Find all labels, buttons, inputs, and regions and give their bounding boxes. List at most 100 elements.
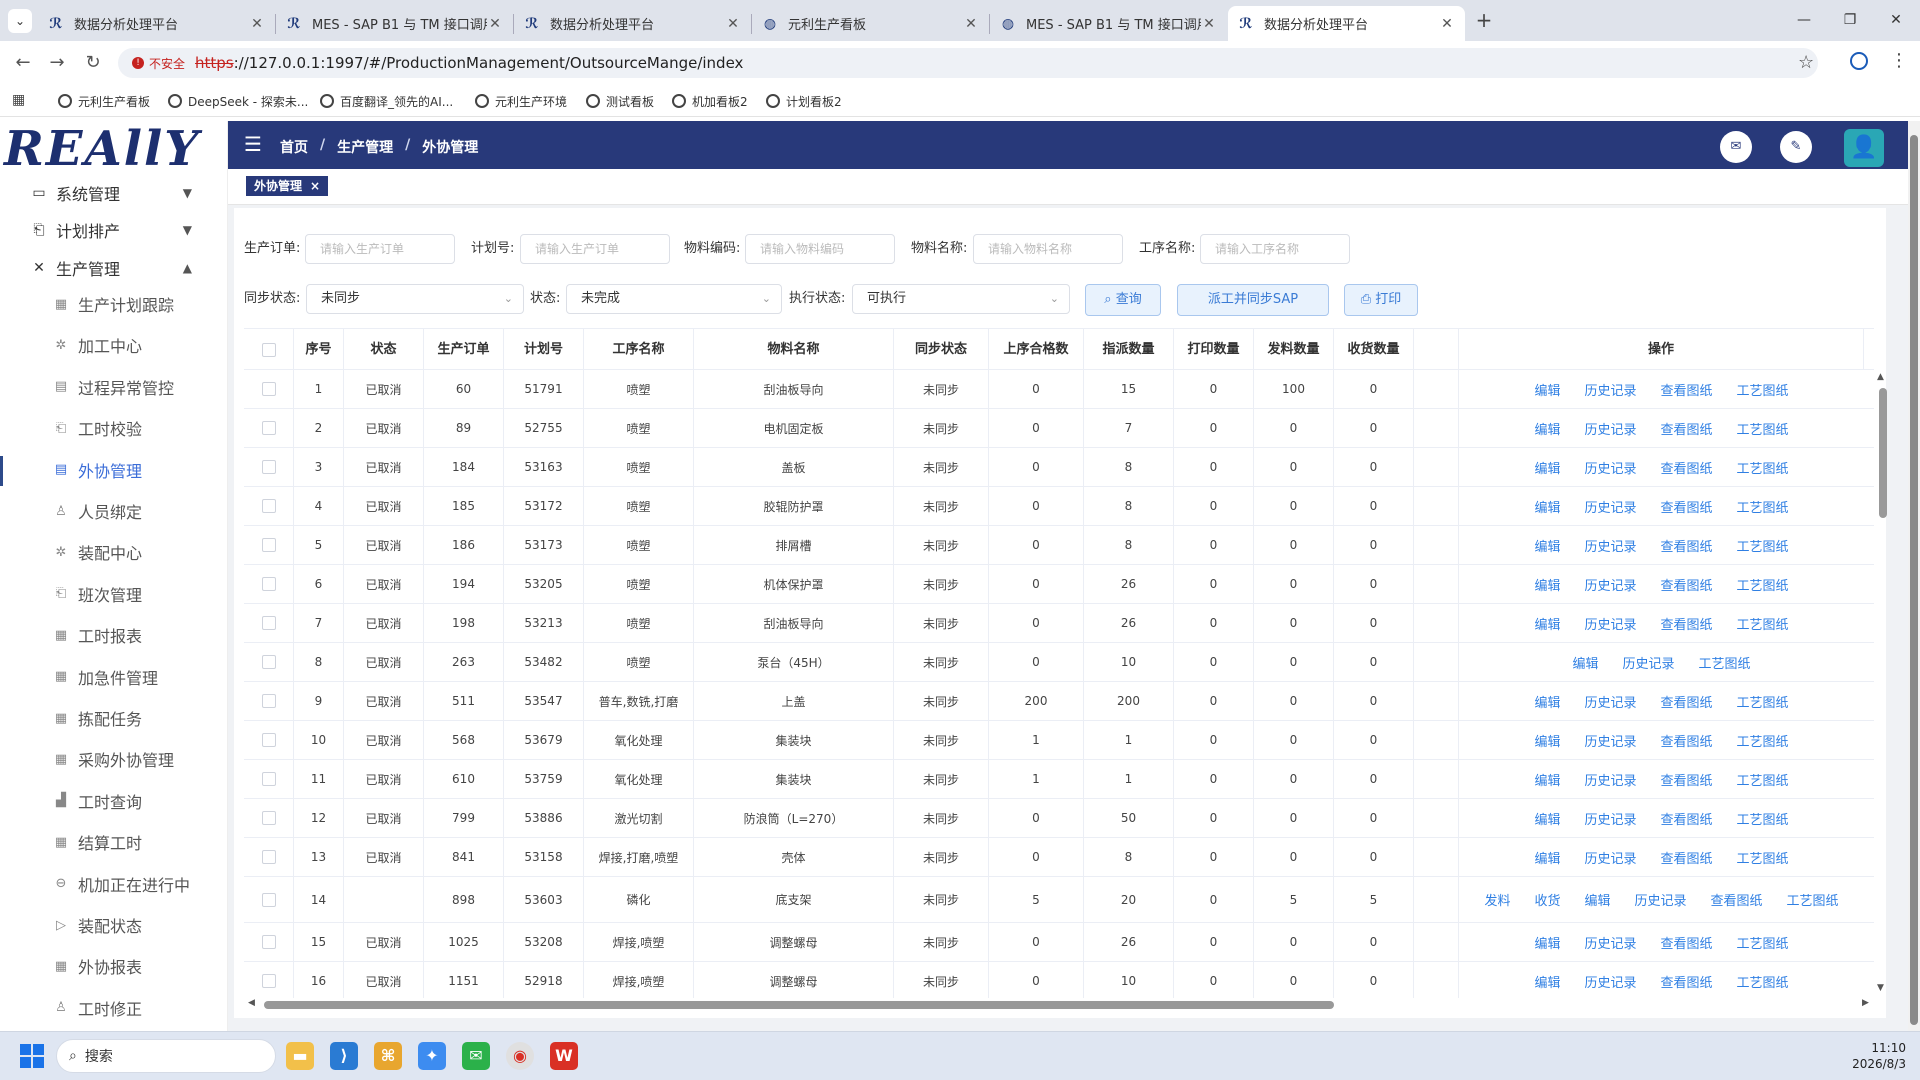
action-link[interactable]: 编辑 <box>1584 890 1610 909</box>
action-link[interactable]: 查看图纸 <box>1661 731 1713 750</box>
checkbox[interactable] <box>261 772 276 786</box>
action-link[interactable]: 历史记录 <box>1584 380 1636 399</box>
checkbox[interactable] <box>261 850 276 864</box>
action-link[interactable]: 编辑 <box>1534 731 1560 750</box>
action-link[interactable]: 编辑 <box>1534 419 1560 438</box>
action-link[interactable]: 工艺图纸 <box>1737 933 1789 952</box>
action-link[interactable]: 工艺图纸 <box>1737 692 1789 711</box>
action-link[interactable]: 查看图纸 <box>1661 458 1713 477</box>
action-link[interactable]: 工艺图纸 <box>1699 653 1751 672</box>
action-link[interactable]: 工艺图纸 <box>1737 536 1789 555</box>
row-select[interactable] <box>244 487 294 525</box>
action-link[interactable]: 查看图纸 <box>1661 536 1713 555</box>
action-link[interactable]: 编辑 <box>1534 848 1560 867</box>
action-link[interactable]: 查看图纸 <box>1661 933 1713 952</box>
action-link[interactable]: 查看图纸 <box>1661 419 1713 438</box>
row-select[interactable] <box>244 962 294 998</box>
action-link[interactable]: 查看图纸 <box>1661 972 1713 991</box>
chrome-icon[interactable]: ◉ <box>506 1042 534 1070</box>
action-link[interactable]: 查看图纸 <box>1661 692 1713 711</box>
action-link[interactable]: 历史记录 <box>1584 770 1636 789</box>
action-link[interactable]: 工艺图纸 <box>1737 972 1789 991</box>
action-link[interactable]: 查看图纸 <box>1661 848 1713 867</box>
checkbox[interactable] <box>261 811 276 825</box>
action-link[interactable]: 工艺图纸 <box>1737 419 1789 438</box>
action-link[interactable]: 查看图纸 <box>1661 575 1713 594</box>
action-link[interactable]: 历史记录 <box>1584 419 1636 438</box>
action-link[interactable]: 工艺图纸 <box>1737 770 1789 789</box>
action-link[interactable]: 查看图纸 <box>1661 380 1713 399</box>
action-link[interactable]: 历史记录 <box>1584 933 1636 952</box>
action-link[interactable]: 工艺图纸 <box>1737 614 1789 633</box>
row-select[interactable] <box>244 526 294 564</box>
action-link[interactable]: 历史记录 <box>1584 536 1636 555</box>
checkbox[interactable] <box>261 577 276 591</box>
app-icon-2[interactable]: ✦ <box>418 1042 446 1070</box>
action-link[interactable]: 编辑 <box>1572 653 1598 672</box>
action-link[interactable]: 历史记录 <box>1584 731 1636 750</box>
row-select[interactable] <box>244 448 294 486</box>
checkbox[interactable] <box>261 421 276 435</box>
checkbox[interactable] <box>261 892 276 907</box>
action-link[interactable]: 编辑 <box>1534 770 1560 789</box>
action-link[interactable]: 工艺图纸 <box>1787 890 1839 909</box>
action-link[interactable]: 收货 <box>1534 890 1560 909</box>
action-link[interactable]: 工艺图纸 <box>1737 575 1789 594</box>
action-link[interactable]: 历史记录 <box>1584 809 1636 828</box>
checkbox[interactable] <box>261 655 276 669</box>
checkbox[interactable] <box>261 499 276 513</box>
file-explorer-icon[interactable]: ▬ <box>286 1042 314 1070</box>
action-link[interactable]: 查看图纸 <box>1661 614 1713 633</box>
action-link[interactable]: 工艺图纸 <box>1737 809 1789 828</box>
row-select[interactable] <box>244 760 294 798</box>
scroll-up-icon[interactable]: ▲ <box>1877 372 1884 382</box>
checkbox[interactable] <box>261 382 276 396</box>
checkbox[interactable] <box>261 460 276 474</box>
system-clock[interactable]: 11:10 2026/8/3 <box>1836 1040 1906 1072</box>
action-link[interactable]: 编辑 <box>1534 575 1560 594</box>
horizontal-scroll-thumb[interactable] <box>264 1001 1334 1009</box>
action-link[interactable]: 历史记录 <box>1584 972 1636 991</box>
action-link[interactable]: 编辑 <box>1534 614 1560 633</box>
taskbar-search[interactable]: ⌕ 搜索 <box>56 1039 276 1073</box>
table-vertical-scroll-thumb[interactable] <box>1879 388 1887 518</box>
action-link[interactable]: 编辑 <box>1534 692 1560 711</box>
action-link[interactable]: 查看图纸 <box>1661 770 1713 789</box>
action-link[interactable]: 历史记录 <box>1622 653 1674 672</box>
action-link[interactable]: 工艺图纸 <box>1737 458 1789 477</box>
action-link[interactable]: 编辑 <box>1534 933 1560 952</box>
action-link[interactable]: 历史记录 <box>1635 890 1687 909</box>
page-vertical-scroll-thumb[interactable] <box>1910 135 1918 1025</box>
action-link[interactable]: 查看图纸 <box>1661 809 1713 828</box>
row-select[interactable] <box>244 409 294 447</box>
action-link[interactable]: 编辑 <box>1534 972 1560 991</box>
action-link[interactable]: 历史记录 <box>1584 692 1636 711</box>
action-link[interactable]: 历史记录 <box>1584 614 1636 633</box>
action-link[interactable]: 历史记录 <box>1584 497 1636 516</box>
action-link[interactable]: 发料 <box>1484 890 1510 909</box>
action-link[interactable]: 工艺图纸 <box>1737 731 1789 750</box>
action-link[interactable]: 查看图纸 <box>1711 890 1763 909</box>
row-select[interactable] <box>244 923 294 961</box>
scroll-right-icon[interactable]: ▶ <box>1862 998 1869 1008</box>
action-link[interactable]: 历史记录 <box>1584 458 1636 477</box>
wechat-icon[interactable]: ✉ <box>462 1042 490 1070</box>
app-icon[interactable]: ⌘ <box>374 1042 402 1070</box>
row-select[interactable] <box>244 643 294 681</box>
row-select[interactable] <box>244 799 294 837</box>
row-select[interactable] <box>244 604 294 642</box>
action-link[interactable]: 编辑 <box>1534 380 1560 399</box>
checkbox[interactable] <box>261 974 276 988</box>
row-select[interactable] <box>244 370 294 408</box>
windows-start-icon[interactable] <box>20 1044 44 1068</box>
action-link[interactable]: 查看图纸 <box>1661 497 1713 516</box>
action-link[interactable]: 编辑 <box>1534 809 1560 828</box>
row-select[interactable] <box>244 877 294 922</box>
checkbox[interactable] <box>261 694 276 708</box>
scroll-down-icon[interactable]: ▼ <box>1877 983 1884 993</box>
action-link[interactable]: 编辑 <box>1534 458 1560 477</box>
wps-icon[interactable]: W <box>550 1042 578 1070</box>
checkbox[interactable] <box>261 733 276 747</box>
checkbox[interactable] <box>261 616 276 630</box>
vscode-icon[interactable]: ⟩ <box>330 1042 358 1070</box>
